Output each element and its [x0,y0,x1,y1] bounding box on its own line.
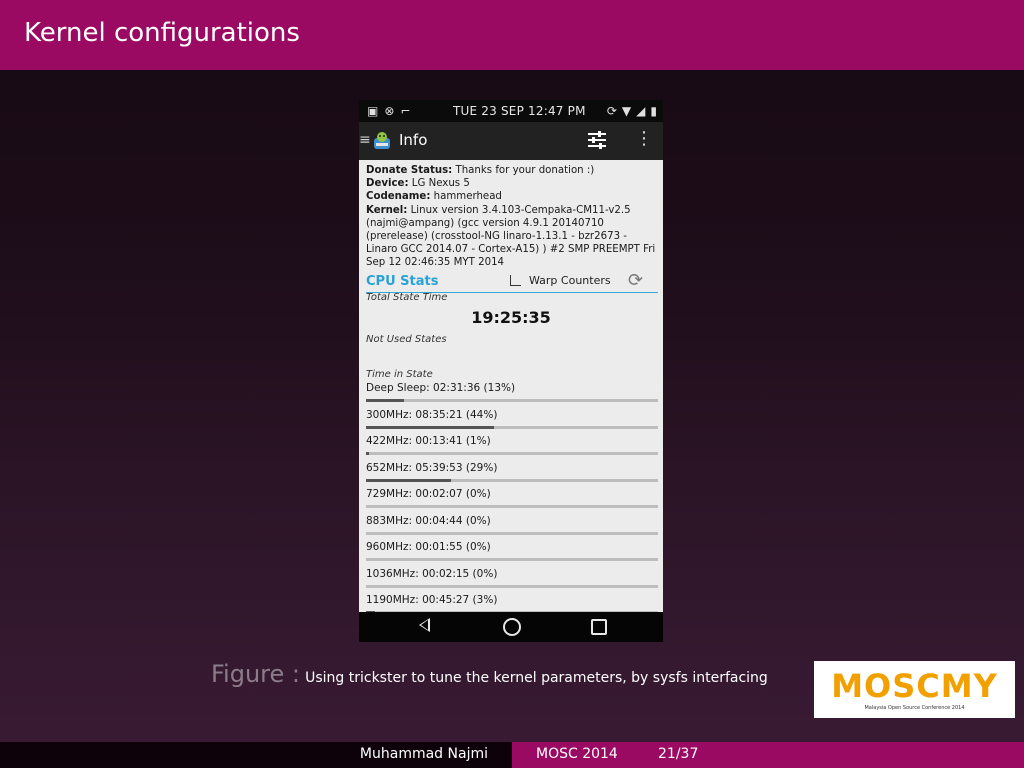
cpu-state-row: 1190MHz: 00:45:27 (3%) [366,592,658,612]
cpu-state-text: 300MHz: 08:35:21 (44%) [366,408,498,421]
cpu-state-row: 960MHz: 00:01:55 (0%) [366,539,658,566]
footer-page-number: 21/37 [658,746,699,762]
cpu-state-text: 422MHz: 00:13:41 (1%) [366,435,491,447]
download-icon: ⌐ [400,104,411,118]
cpu-state-text: 1190MHz: 00:45:27 (3%) [366,594,498,606]
tune-settings-icon[interactable] [587,130,607,150]
logo-subtitle: Malaysia Open Source Conference 2014 [864,705,965,711]
app-logo-icon[interactable] [371,130,393,152]
battery-icon: ▮ [650,104,657,118]
footer-event: MOSC 2014 [536,746,618,762]
recent-apps-icon[interactable] [591,619,607,635]
nav-drawer-icon[interactable]: ≡ [359,132,371,148]
info-content: Donate Status: Thanks for your donation … [359,160,663,612]
wifi-icon: ▼ [621,104,632,118]
status-bar: ▣ ⊗ ⌐ TUE 23 SEP 12:47 PM ⟳ ▼ ◢ ▮ [359,100,663,122]
moscmy-logo: MOSCMY Malaysia Open Source Conference 2… [814,661,1015,718]
cpu-state-progress-fill [366,478,451,482]
image-notification-icon: ▣ [367,104,379,118]
cpu-state-row: 422MHz: 00:13:41 (1%) [366,433,658,460]
info-donate-status: Donate Status: Thanks for your donation … [366,165,595,176]
cpu-state-row: 883MHz: 00:04:44 (0%) [366,513,658,540]
home-icon[interactable] [503,618,521,636]
refresh-icon[interactable]: ⟳ [628,270,643,291]
cpu-state-list: Deep Sleep: 02:31:36 (13%) 300MHz: 08:35… [366,380,658,612]
logo-wordmark: MOSCMY [831,667,998,705]
sync-icon: ⟳ [606,104,617,118]
cpu-stats-title: CPU Stats [366,274,439,289]
cpu-state-progress [366,478,658,482]
info-codename: Codename: hammerhead [366,191,502,203]
slide-title: Kernel configurations [24,18,300,48]
cpu-state-text: 729MHz: 00:02:07 (0%) [366,488,491,500]
cpu-state-row: 729MHz: 00:02:07 (0%) [366,486,658,513]
status-time: TUE 23 SEP 12:47 PM [453,104,586,118]
info-kernel: Kernel: Linux version 3.4.103-Cempaka-CM… [366,204,656,269]
total-state-time-value: 19:25:35 [471,308,551,327]
phone-screenshot: ▣ ⊗ ⌐ TUE 23 SEP 12:47 PM ⟳ ▼ ◢ ▮ ≡ Info [359,100,663,642]
slide-footer: Muhammad Najmi MOSC 2014 21/37 [0,742,1024,768]
cpu-state-text: 960MHz: 00:01:55 (0%) [366,541,491,553]
cpu-state-text: Deep Sleep: 02:31:36 (13%) [366,382,516,394]
device-info: Donate Status: Thanks for your donation … [366,164,660,270]
cpu-state-progress-fill [366,452,369,455]
cpu-state-progress [366,531,658,535]
cpu-state-progress [366,505,658,508]
cpu-state-text: 883MHz: 00:04:44 (0%) [366,514,491,527]
cpu-state-row: 300MHz: 08:35:21 (44%) [366,407,658,434]
cpu-state-progress [366,558,658,561]
info-device: Device: LG Nexus 5 [366,178,470,190]
footer-author-section: Muhammad Najmi [0,742,512,768]
cpu-state-progress-fill [366,425,495,429]
figure-caption: Figure : Using trickster to tune the ker… [211,660,768,688]
cpu-state-text: 1036MHz: 00:02:15 (0%) [366,567,498,580]
footer-author: Muhammad Najmi [359,746,488,762]
warp-counters-checkbox[interactable] [510,275,521,286]
android-nav-bar [359,612,663,642]
signal-icon: ◢ [636,104,646,118]
cpu-state-progress [366,584,658,588]
overflow-menu-icon[interactable]: ⋮ [635,128,653,149]
cpu-state-row: Deep Sleep: 02:31:36 (13%) [366,380,658,407]
cpu-state-progress-fill [366,399,404,402]
slide-title-bar: Kernel configurations [0,0,1024,70]
time-in-state-label: Time in State [366,369,433,380]
cpu-state-text: 652MHz: 05:39:53 (29%) [366,461,498,474]
cpu-state-progress [366,425,658,429]
cpu-state-progress [366,452,658,455]
action-bar-title: Info [399,131,428,149]
cpu-state-progress [366,399,658,402]
not-used-states-label: Not Used States [366,334,447,345]
data-saver-icon: ⊗ [384,104,395,118]
cpu-state-row: 1036MHz: 00:02:15 (0%) [366,566,658,593]
figure-caption-text: Using trickster to tune the kernel param… [305,670,768,686]
cpu-stats-header: CPU Stats Warp Counters ⟳ [366,270,658,293]
warp-counters-label[interactable]: Warp Counters [529,274,611,287]
total-state-time-label: Total State Time [366,292,448,303]
action-bar: ≡ Info ⋮ [359,122,663,160]
figure-label: Figure : [211,660,300,688]
back-icon[interactable] [419,618,430,632]
footer-event-section: MOSC 2014 21/37 [512,742,1024,768]
cpu-state-row: 652MHz: 05:39:53 (29%) [366,460,658,487]
